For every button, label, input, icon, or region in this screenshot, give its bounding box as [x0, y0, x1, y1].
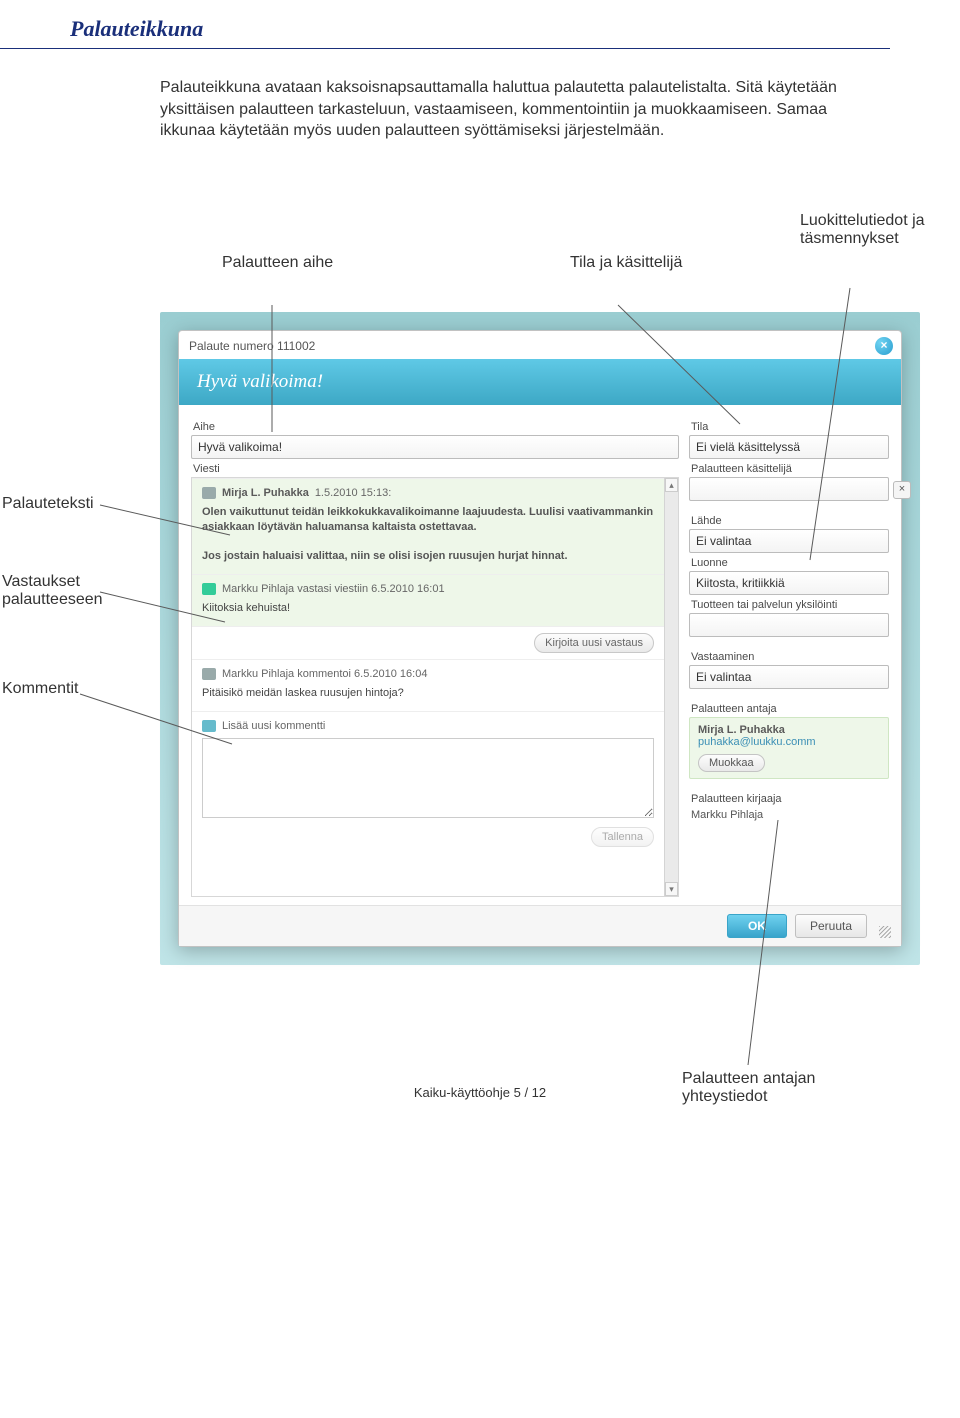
msg1-p2: Jos jostain haluaisi valittaa, niin se o… [202, 550, 568, 562]
input-yksilointi[interactable] [689, 613, 889, 637]
label-kirjaaja: Palautteen kirjaaja [691, 793, 887, 805]
edit-giver-button[interactable]: Muokkaa [698, 754, 765, 772]
label-viesti: Viesti [193, 463, 677, 475]
annotation-vastaukset: Vastaukset palautteeseen [2, 573, 162, 609]
speech-icon [202, 668, 216, 680]
annotation-aihe: Palautteen aihe [222, 254, 333, 272]
write-reply-button[interactable]: Kirjoita uusi vastaus [534, 633, 654, 653]
annotation-vastaukset-l1: Vastaukset [2, 573, 80, 590]
annotation-vastaukset-l2: palautteeseen [2, 591, 103, 608]
label-yksilointi: Tuotteen tai palvelun yksilöinti [691, 599, 887, 611]
resize-grip-icon[interactable] [879, 926, 891, 938]
clear-kasittelija-icon[interactable]: × [893, 481, 911, 499]
message-area: Mirja L. Puhakka 1.5.2010 15:13: Olen va… [191, 477, 679, 897]
feedback-dialog: Palaute numero 111002 × Hyvä valikoima! … [178, 330, 902, 947]
label-luonne: Luonne [691, 557, 887, 569]
select-lahde[interactable]: Ei valintaa [689, 529, 889, 553]
label-kasittelija: Palautteen käsittelijä [691, 463, 887, 475]
scrollbar[interactable]: ▴ ▾ [664, 478, 678, 896]
giver-name: Mirja L. Puhakka [698, 724, 880, 736]
page-title: Palauteikkuna [0, 0, 890, 49]
cancel-button[interactable]: Peruuta [795, 914, 867, 938]
reply-body: Kiitoksia kehuista! [202, 601, 654, 616]
add-comment-head: Lisää uusi kommentti [222, 720, 325, 732]
page-footer: Kaiku-käyttöohje 5 / 12 [0, 1085, 960, 1120]
intro-paragraph: Palauteikkuna avataan kaksoisnapsauttama… [160, 77, 880, 142]
reply-head: Markku Pihlaja vastasi viestiin 6.5.2010… [222, 583, 445, 595]
add-comment-block: Lisää uusi kommentti Tallenna [192, 711, 664, 857]
label-aihe: Aihe [193, 421, 677, 433]
dialog-title-text: Palaute numero 111002 [189, 339, 315, 353]
scroll-up-icon[interactable]: ▴ [665, 478, 678, 492]
annotation-luokittelu: Luokittelutiedot ja täsmennykset [800, 212, 960, 248]
comment-body: Pitäisikö meidän laskea ruusujen hintoja… [202, 686, 654, 701]
reply-message: Markku Pihlaja vastasi viestiin 6.5.2010… [192, 574, 664, 626]
speech-icon [202, 720, 216, 732]
speech-icon [202, 487, 216, 499]
label-vastaaminen: Vastaaminen [691, 651, 887, 663]
annotation-tila: Tila ja käsittelijä [570, 254, 682, 272]
label-tila: Tila [691, 421, 887, 433]
close-icon[interactable]: × [875, 337, 893, 355]
giver-email[interactable]: puhakka@luukku.comm [698, 736, 880, 748]
new-comment-textarea[interactable] [202, 738, 654, 818]
dialog-right-column: Tila Ei vielä käsittelyssä Palautteen kä… [689, 417, 889, 897]
annotation-antaja: Palautteen antajan yhteystiedot [682, 1070, 815, 1106]
message-scroll: Mirja L. Puhakka 1.5.2010 15:13: Olen va… [192, 478, 664, 896]
scroll-down-icon[interactable]: ▾ [665, 882, 678, 896]
annotation-kommentit: Kommentit [2, 680, 162, 698]
select-vastaaminen[interactable]: Ei valintaa [689, 665, 889, 689]
dialog-hero: Hyvä valikoima! [179, 359, 901, 405]
dialog-footer: OK Peruuta [179, 905, 901, 946]
kirjaaja-value: Markku Pihlaja [689, 807, 889, 823]
dialog-titlebar: Palaute numero 111002 × [179, 331, 901, 359]
label-lahde: Lähde [691, 515, 887, 527]
select-tila[interactable]: Ei vielä käsittelyssä [689, 435, 889, 459]
envelope-icon [202, 583, 216, 595]
dialog-left-column: Aihe Viesti Mirja L. Puhakka 1.5.2010 15… [191, 417, 679, 897]
giver-box: Mirja L. Puhakka puhakka@luukku.comm Muo… [689, 717, 889, 779]
input-aihe[interactable] [191, 435, 679, 459]
annotation-antaja-l2: yhteystiedot [682, 1088, 767, 1105]
msg1-p1: Olen vaikuttunut teidän leikkokukkavalik… [202, 506, 653, 533]
write-reply-row: Kirjoita uusi vastaus [192, 626, 664, 659]
comment-message: Markku Pihlaja kommentoi 6.5.2010 16:04 … [192, 659, 664, 711]
comment-head: Markku Pihlaja kommentoi 6.5.2010 16:04 [222, 668, 427, 680]
top-annotations: Palautteen aihe Tila ja käsittelijä Luok… [0, 172, 960, 312]
original-message: Mirja L. Puhakka 1.5.2010 15:13: Olen va… [192, 478, 664, 574]
input-kasittelija[interactable] [689, 477, 889, 501]
label-antaja: Palautteen antaja [691, 703, 887, 715]
msg1-time: 1.5.2010 15:13: [315, 487, 391, 499]
screenshot-frame: Palaute numero 111002 × Hyvä valikoima! … [160, 312, 920, 965]
ok-button[interactable]: OK [727, 914, 787, 938]
save-comment-button[interactable]: Tallenna [591, 827, 654, 847]
select-luonne[interactable]: Kiitosta, kritiikkiä [689, 571, 889, 595]
annotation-antaja-l1: Palautteen antajan [682, 1070, 815, 1087]
msg1-author: Mirja L. Puhakka [222, 487, 309, 499]
annotation-palauteteksti: Palauteteksti [2, 495, 162, 513]
